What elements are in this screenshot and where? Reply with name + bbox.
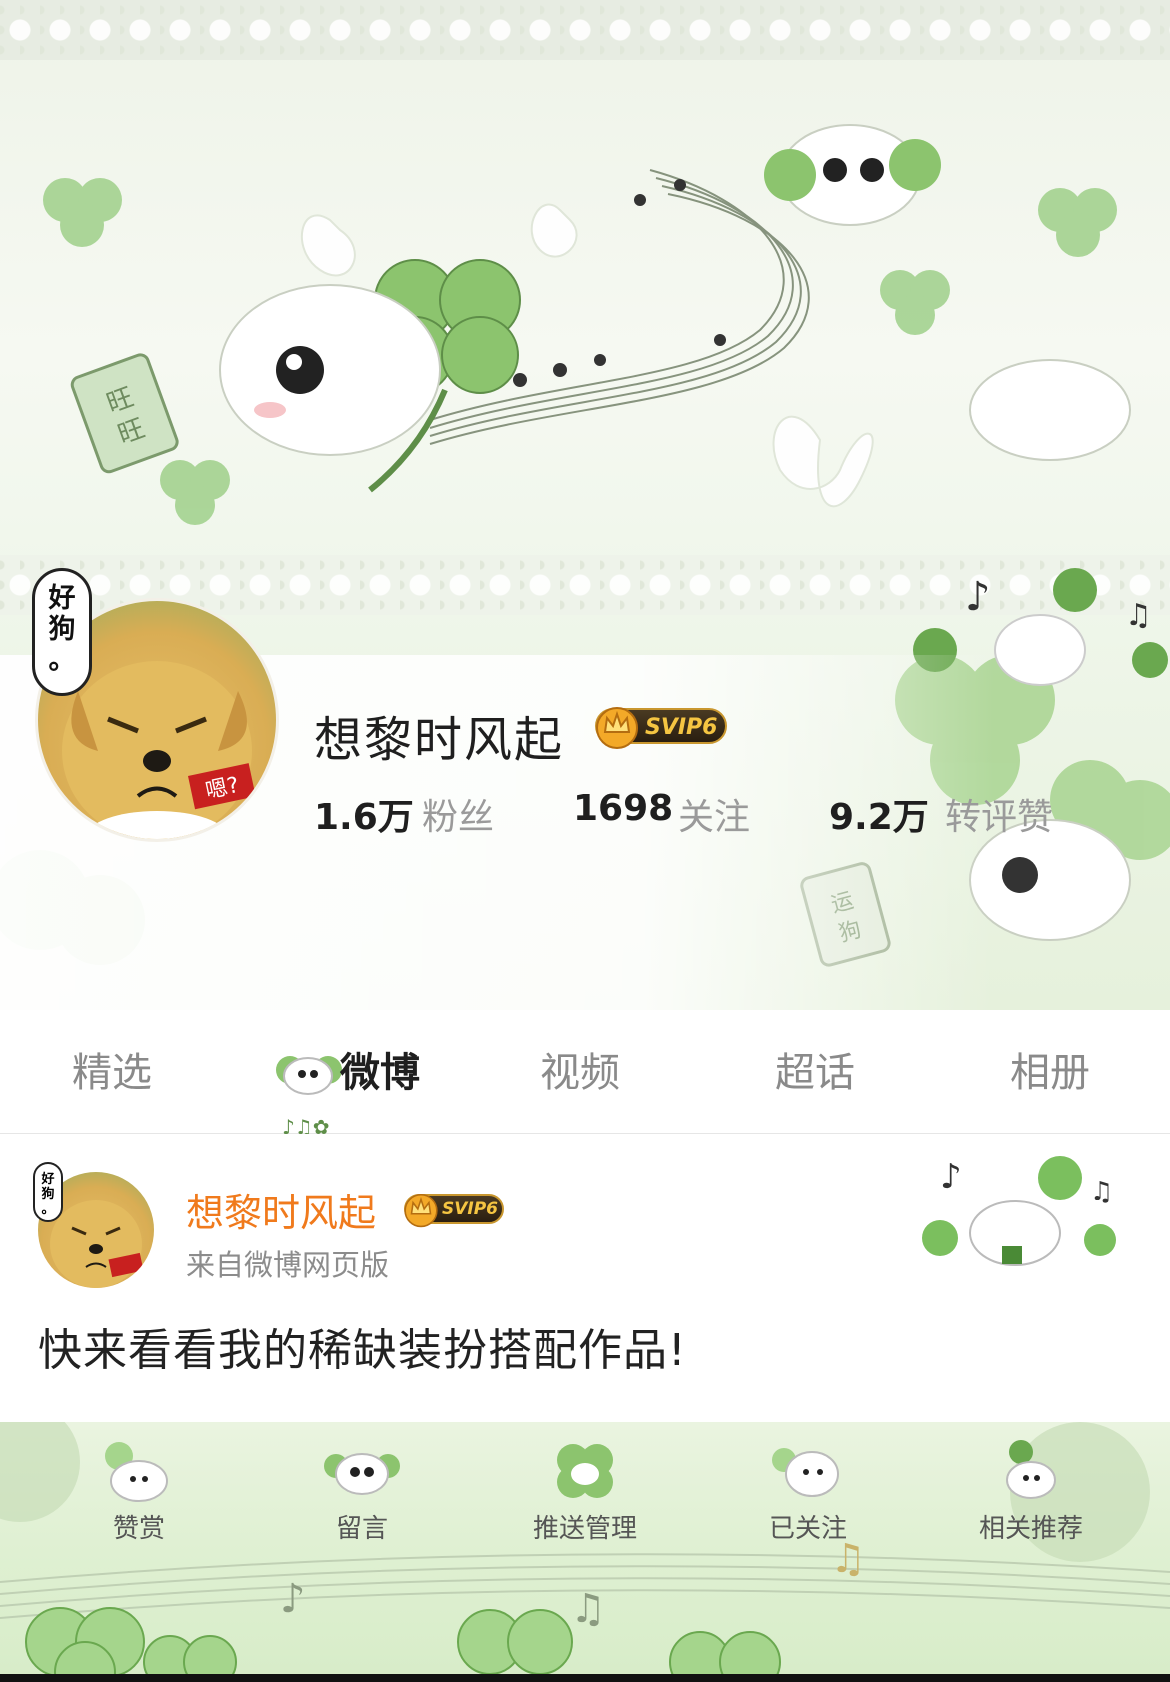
post-avatar-bubble: 好狗。 [33,1162,63,1222]
svg-text:♫: ♫ [1125,598,1152,633]
svg-text:♫: ♫ [1090,1177,1113,1207]
crown-icon [596,707,638,749]
post-username[interactable]: 想黎时风起 [186,1182,376,1237]
svg-text:♪: ♪ [965,574,991,620]
engagement-count[interactable]: 9.2万 [829,788,929,840]
post-card[interactable]: 好狗。 想黎时风起 SVIP6 来自微博网页版 ♪ ♫ 快来看看我的稀缺装扮搭配… [0,1134,1170,1422]
profile-banner: 旺 旺 运 狗 ♪ ♫ [0,0,1170,1010]
dog-clover-icon [557,1444,613,1498]
followed-button[interactable]: 已关注 [723,1422,893,1572]
reward-button[interactable]: 赞赏 [54,1422,224,1572]
bottom-action-bar: ♪ ♫ ♫ 赞赏 留言 推送管理 已关注 相关推荐 [0,1422,1170,1682]
profile-tabs: 精选 ♪♫✿ 微博 视频 超话 相册 [0,1010,1170,1139]
followed-label: 已关注 [768,1514,847,1544]
post-svip-label: SVIP6 [442,1199,499,1219]
following-count[interactable]: 1698 [573,788,673,829]
tab-album[interactable]: 相册 [1010,1040,1090,1098]
profile-name: 想黎时风起 [314,712,565,768]
avatar-speech-bubble: 好狗。 [32,568,92,696]
reward-label: 赞赏 [112,1514,165,1544]
dog-followed-icon [772,1448,839,1497]
followers-label[interactable]: 粉丝 [422,788,494,840]
svg-text:♪: ♪ [940,1157,962,1197]
tab-featured[interactable]: 精选 [72,1040,152,1098]
comment-button[interactable]: 留言 [277,1422,447,1572]
tab-video[interactable]: 视频 [540,1040,620,1098]
dog-clover-sticker-icon: ♪ ♫ [922,1156,1116,1266]
dog-thumbs-up-icon [105,1442,168,1502]
recommend-button[interactable]: 相关推荐 [946,1422,1116,1572]
engagement-label[interactable]: 转评赞 [945,788,1053,840]
push-settings-label: 推送管理 [532,1514,637,1544]
dog-message-icon [324,1453,400,1495]
tab-weibo[interactable]: 微博 [340,1040,420,1098]
following-label[interactable]: 关注 [678,788,750,840]
dog-recommend-icon [1006,1440,1056,1499]
svg-text:♪: ♪ [280,1576,306,1622]
post-source: 来自微博网页版 [186,1248,390,1282]
post-text[interactable]: 快来看看我的稀缺装扮搭配作品! [38,1314,687,1378]
crown-icon [404,1193,438,1228]
push-settings-button[interactable]: 推送管理 [500,1422,670,1572]
recommend-label: 相关推荐 [978,1514,1083,1544]
followers-count[interactable]: 1.6万 [314,788,414,840]
svip-badge-label: SVIP6 [645,715,718,740]
dog-tab-sticker-icon: ♪♫✿ [276,1056,342,1139]
svg-text:♫: ♫ [570,1586,606,1632]
post-svip-badge[interactable]: SVIP6 [404,1193,504,1228]
comment-label: 留言 [335,1514,388,1544]
svip-badge[interactable]: SVIP6 [595,707,727,749]
home-indicator [0,1674,1170,1682]
tab-super-topic[interactable]: 超话 [775,1040,855,1098]
